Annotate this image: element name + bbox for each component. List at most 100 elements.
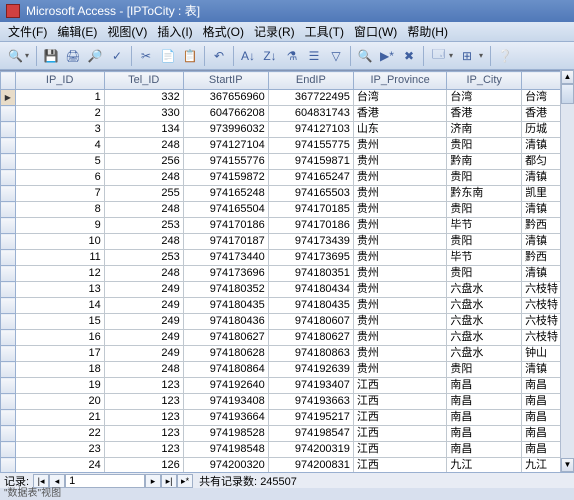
cell-city[interactable]: 毕节: [447, 250, 522, 266]
cell-startip[interactable]: 974180627: [183, 330, 268, 346]
menu-help[interactable]: 帮助(H): [403, 21, 452, 42]
cell-province[interactable]: 台湾: [353, 90, 446, 106]
cell-startip[interactable]: 974127104: [183, 138, 268, 154]
cell-ip-id[interactable]: 8: [15, 202, 104, 218]
row-selector[interactable]: [1, 90, 16, 106]
table-row[interactable]: 2330604766208604831743香港香港香港: [1, 106, 574, 122]
cell-province[interactable]: 江西: [353, 394, 446, 410]
cell-tel-id[interactable]: 123: [104, 442, 183, 458]
nav-prev-button[interactable]: ◂: [49, 474, 65, 488]
cell-city[interactable]: 济南: [447, 122, 522, 138]
nav-last-button[interactable]: ▸|: [161, 474, 177, 488]
cell-province[interactable]: 贵州: [353, 362, 446, 378]
cell-endip[interactable]: 974159871: [268, 154, 353, 170]
cell-endip[interactable]: 974180435: [268, 298, 353, 314]
cell-city[interactable]: 贵阳: [447, 170, 522, 186]
cell-tel-id[interactable]: 248: [104, 362, 183, 378]
cell-tel-id[interactable]: 123: [104, 378, 183, 394]
cell-startip[interactable]: 973996032: [183, 122, 268, 138]
cell-tel-id[interactable]: 249: [104, 346, 183, 362]
db-window-button[interactable]: 🗔: [428, 46, 456, 66]
menu-insert[interactable]: 插入(I): [153, 21, 196, 42]
cell-ip-id[interactable]: 20: [15, 394, 104, 410]
col-province[interactable]: IP_Province: [353, 72, 446, 90]
cell-city[interactable]: 香港: [447, 106, 522, 122]
cell-startip[interactable]: 974165248: [183, 186, 268, 202]
table-row[interactable]: 22123974198528974198547江西南昌南昌: [1, 426, 574, 442]
scroll-up-button[interactable]: ▲: [561, 70, 574, 84]
cell-province[interactable]: 贵州: [353, 314, 446, 330]
table-row[interactable]: 16249974180627974180627贵州六盘水六枝特: [1, 330, 574, 346]
cell-ip-id[interactable]: 23: [15, 442, 104, 458]
cell-tel-id[interactable]: 123: [104, 426, 183, 442]
nav-current-record[interactable]: 1: [65, 474, 145, 488]
cell-startip[interactable]: 974198528: [183, 426, 268, 442]
cell-tel-id[interactable]: 330: [104, 106, 183, 122]
cell-ip-id[interactable]: 14: [15, 298, 104, 314]
table-row[interactable]: 23123974198548974200319江西南昌南昌: [1, 442, 574, 458]
menu-tools[interactable]: 工具(T): [301, 21, 348, 42]
cell-endip[interactable]: 974200319: [268, 442, 353, 458]
cell-tel-id[interactable]: 249: [104, 298, 183, 314]
cell-city[interactable]: 六盘水: [447, 330, 522, 346]
table-row[interactable]: 5256974155776974159871贵州黔南都匀: [1, 154, 574, 170]
cell-ip-id[interactable]: 11: [15, 250, 104, 266]
new-obj-button[interactable]: ⊞: [458, 46, 486, 66]
cell-tel-id[interactable]: 255: [104, 186, 183, 202]
cell-endip[interactable]: 604831743: [268, 106, 353, 122]
cell-ip-id[interactable]: 21: [15, 410, 104, 426]
cell-ip-id[interactable]: 5: [15, 154, 104, 170]
table-row[interactable]: 13249974180352974180434贵州六盘水六枝特: [1, 282, 574, 298]
row-selector[interactable]: [1, 458, 16, 473]
cell-tel-id[interactable]: 134: [104, 122, 183, 138]
cell-endip[interactable]: 974170186: [268, 218, 353, 234]
cell-endip[interactable]: 974165503: [268, 186, 353, 202]
cell-startip[interactable]: 974155776: [183, 154, 268, 170]
cell-tel-id[interactable]: 123: [104, 394, 183, 410]
row-selector[interactable]: [1, 330, 16, 346]
cell-city[interactable]: 贵阳: [447, 362, 522, 378]
row-selector[interactable]: [1, 202, 16, 218]
row-selector[interactable]: [1, 442, 16, 458]
row-selector[interactable]: [1, 314, 16, 330]
table-row[interactable]: 3134973996032974127103山东济南历城: [1, 122, 574, 138]
sort-asc-button[interactable]: A↓: [238, 46, 258, 66]
cell-city[interactable]: 六盘水: [447, 298, 522, 314]
cell-province[interactable]: 江西: [353, 410, 446, 426]
cell-province[interactable]: 江西: [353, 426, 446, 442]
cell-startip[interactable]: 974193664: [183, 410, 268, 426]
table-row[interactable]: 11253974173440974173695贵州毕节黔西: [1, 250, 574, 266]
col-endip[interactable]: EndIP: [268, 72, 353, 90]
cell-endip[interactable]: 974200831: [268, 458, 353, 473]
cell-startip[interactable]: 974170187: [183, 234, 268, 250]
cell-endip[interactable]: 974173439: [268, 234, 353, 250]
cell-tel-id[interactable]: 126: [104, 458, 183, 473]
table-row[interactable]: 20123974193408974193663江西南昌南昌: [1, 394, 574, 410]
cell-province[interactable]: 贵州: [353, 170, 446, 186]
cell-city[interactable]: 黔南: [447, 154, 522, 170]
cell-ip-id[interactable]: 13: [15, 282, 104, 298]
cell-province[interactable]: 贵州: [353, 330, 446, 346]
view-button[interactable]: 🔍: [4, 46, 32, 66]
cut-button[interactable]: ✂: [136, 46, 156, 66]
cell-tel-id[interactable]: 332: [104, 90, 183, 106]
cell-ip-id[interactable]: 3: [15, 122, 104, 138]
print-preview-button[interactable]: 🔎: [85, 46, 105, 66]
row-selector[interactable]: [1, 362, 16, 378]
cell-city[interactable]: 六盘水: [447, 282, 522, 298]
cell-province[interactable]: 贵州: [353, 250, 446, 266]
cell-province[interactable]: 江西: [353, 458, 446, 473]
save-button[interactable]: 💾: [41, 46, 61, 66]
filter-sel-button[interactable]: ⚗: [282, 46, 302, 66]
print-button[interactable]: 🖨: [63, 46, 83, 66]
cell-ip-id[interactable]: 2: [15, 106, 104, 122]
cell-province[interactable]: 贵州: [353, 298, 446, 314]
cell-startip[interactable]: 974180352: [183, 282, 268, 298]
row-selector[interactable]: [1, 298, 16, 314]
cell-tel-id[interactable]: 248: [104, 170, 183, 186]
cell-tel-id[interactable]: 248: [104, 234, 183, 250]
cell-ip-id[interactable]: 9: [15, 218, 104, 234]
cell-city[interactable]: 南昌: [447, 442, 522, 458]
cell-endip[interactable]: 974155775: [268, 138, 353, 154]
cell-ip-id[interactable]: 6: [15, 170, 104, 186]
